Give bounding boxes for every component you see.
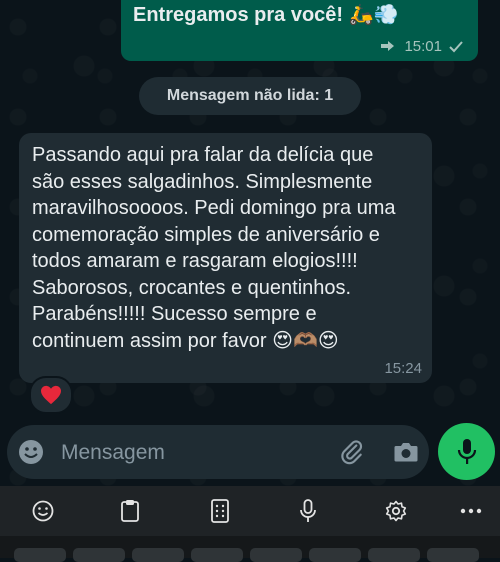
outgoing-message-time: 15:01 bbox=[404, 38, 442, 55]
incoming-message-time: 15:24 bbox=[384, 360, 422, 377]
heart-icon bbox=[41, 385, 61, 405]
key[interactable] bbox=[191, 548, 243, 562]
keyboard-toolbar bbox=[0, 486, 500, 536]
message-composer bbox=[7, 425, 429, 479]
key[interactable] bbox=[73, 548, 125, 562]
voice-input-icon[interactable] bbox=[288, 491, 328, 531]
more-icon[interactable] bbox=[451, 491, 491, 531]
clipboard-icon[interactable] bbox=[110, 491, 150, 531]
emoji-icon[interactable] bbox=[17, 438, 45, 466]
attach-icon[interactable] bbox=[337, 437, 367, 467]
key[interactable] bbox=[368, 548, 420, 562]
keyboard-keys-row bbox=[0, 536, 500, 562]
chat-area: Entregamos pra você! 🛵💨 15:01 Mensagem n… bbox=[0, 0, 500, 486]
key[interactable] bbox=[427, 548, 479, 562]
mic-icon bbox=[457, 438, 476, 464]
message-input[interactable] bbox=[59, 433, 313, 473]
key[interactable] bbox=[132, 548, 184, 562]
key[interactable] bbox=[309, 548, 361, 562]
settings-icon[interactable] bbox=[376, 491, 416, 531]
keypad-icon[interactable] bbox=[200, 491, 240, 531]
forwarded-icon bbox=[381, 40, 395, 51]
outgoing-message-text: Entregamos pra você! 🛵💨 bbox=[133, 4, 399, 26]
outgoing-message[interactable]: Entregamos pra você! 🛵💨 15:01 bbox=[121, 0, 478, 61]
unread-divider: Mensagem não lida: 1 bbox=[139, 77, 361, 115]
incoming-message[interactable]: Passando aqui pra falar da delícia que s… bbox=[19, 133, 432, 383]
check-icon bbox=[449, 40, 463, 52]
outgoing-message-meta: 15:01 bbox=[380, 38, 464, 55]
camera-icon[interactable] bbox=[391, 437, 421, 467]
keyboard-emoji-icon[interactable] bbox=[23, 491, 63, 531]
key[interactable] bbox=[250, 548, 302, 562]
incoming-message-text: Passando aqui pra falar da delícia que s… bbox=[32, 144, 396, 352]
key[interactable] bbox=[14, 548, 66, 562]
voice-message-button[interactable] bbox=[438, 423, 495, 480]
reaction-badge[interactable] bbox=[29, 376, 73, 414]
